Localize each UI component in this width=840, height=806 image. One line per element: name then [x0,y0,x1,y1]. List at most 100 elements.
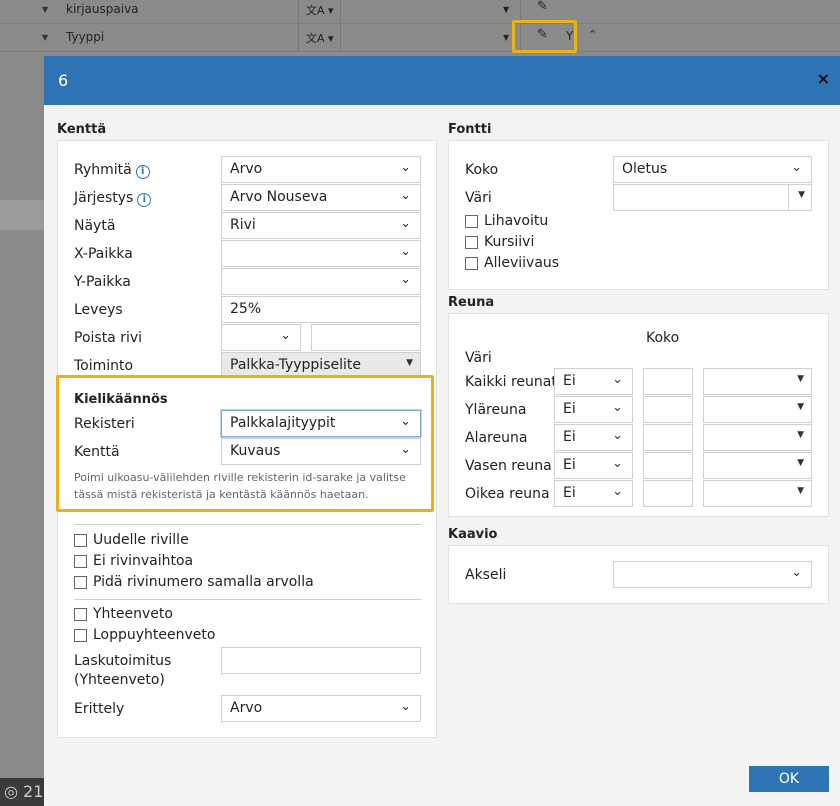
expand-icon[interactable]: ▼ [42,33,48,42]
kaikki-reunat-select[interactable]: Ei ⌄ [554,368,633,395]
laskutoimitus-label: Laskutoimitus [74,653,172,669]
chevron-down-icon: ⌄ [400,272,411,287]
kaikki-reunat-color[interactable]: ▼ [703,368,812,395]
x-paikka-select[interactable]: ⌄ [221,240,421,267]
dropdown-icon: ▼ [797,374,804,384]
oikea-reuna-select[interactable]: Ei ⌄ [554,480,633,507]
jarjestys-label: Järjestys i [74,190,152,207]
chevron-down-icon: ⌄ [612,428,623,443]
alareuna-label: Alareuna [465,430,528,446]
yhteenveto-label: Yhteenveto [93,606,173,622]
kaikki-reunat-size[interactable] [643,368,693,395]
chevron-down-icon: ⌄ [400,188,411,203]
ylareuna-select[interactable]: Ei ⌄ [554,396,633,423]
divider [74,524,421,525]
ok-button[interactable]: OK [749,766,829,792]
dropdown-icon: ▼ [797,430,804,440]
erittely-select[interactable]: Arvo ⌄ [221,695,421,722]
vasen-reuna-color[interactable]: ▼ [703,452,812,479]
y-paikka-select[interactable]: ⌄ [221,268,421,295]
oikea-reuna-color[interactable]: ▼ [703,480,812,507]
info-icon[interactable]: i [137,193,152,207]
divider [74,599,421,600]
kursiivi-label: Kursiivi [484,234,535,250]
chevron-down-icon: ⌄ [400,216,411,231]
kursiivi-checkbox[interactable] [465,236,478,249]
fontti-vari-label: Väri [465,190,492,206]
kielikaannos-title: Kielikäännös [74,392,168,407]
ylareuna-size[interactable] [643,396,693,423]
expand-icon[interactable]: ▼ [42,5,48,14]
info-icon[interactable]: i [135,165,150,179]
alareuna-size[interactable] [643,424,693,451]
uudelle-riville-label: Uudelle riville [93,532,189,548]
dropdown-icon: ▼ [797,402,804,412]
ylareuna-label: Yläreuna [465,402,527,418]
jarjestys-select[interactable]: Arvo Nouseva ⌄ [221,184,421,211]
background-row: ▼ kirjauspaiva 文A ▾ ▼ ✎ [0,0,840,24]
akseli-label: Akseli [465,567,507,583]
fontti-koko-select[interactable]: Oletus ⌄ [613,156,812,183]
yhteenveto-checkbox[interactable] [74,608,87,621]
alareuna-select[interactable]: Ei ⌄ [554,424,633,451]
kentta-select[interactable]: Kuvaus ⌄ [221,438,421,465]
akseli-select[interactable]: ⌄ [613,561,812,588]
rekisteri-select[interactable]: Palkkalajityypit ⌄ [221,410,421,437]
kentta-label: Kenttä [74,444,120,460]
dialog-header: 6 × [44,56,840,105]
oikea-reuna-size[interactable] [643,480,693,507]
kaikki-reunat-label: Kaikki reunat [465,374,557,390]
leveys-label: Leveys [74,302,123,318]
chevron-up-icon[interactable]: ⌃ [588,28,597,41]
row-label: Tyyppi [66,30,105,44]
edit-icon[interactable]: ✎ [537,0,548,14]
alareuna-color[interactable]: ▼ [703,424,812,451]
background-strip [0,200,44,230]
chevron-down-icon: ⌄ [791,565,802,580]
chevron-down-icon: ⌄ [400,244,411,259]
chevron-down-icon: ⌄ [612,484,623,499]
leveys-input[interactable]: 25% [221,296,421,323]
ryhmita-select[interactable]: Arvo ⌄ [221,156,421,183]
nayta-select[interactable]: Rivi ⌄ [221,212,421,239]
background-row: ▼ Tyyppi 文A ▾ ▼ ✎ Y ⌃ [0,24,840,52]
laskutoimitus-input[interactable] [221,647,421,674]
loppuyhteenveto-label: Loppuyhteenveto [93,627,216,643]
poista-rivi-select[interactable]: ⌄ [221,324,301,351]
toiminto-label: Toiminto [74,358,134,374]
vasen-reuna-select[interactable]: Ei ⌄ [554,452,633,479]
pida-rivinumero-label: Pidä rivinumero samalla arvolla [93,574,314,590]
ei-rivinvaihtoa-checkbox[interactable] [74,555,87,568]
loppuyhteenveto-checkbox[interactable] [74,629,87,642]
translate-icon[interactable]: 文A ▾ [306,2,334,18]
uudelle-riville-checkbox[interactable] [74,534,87,547]
alleviivaus-checkbox[interactable] [465,257,478,270]
ylareuna-color[interactable]: ▼ [703,396,812,423]
vasen-reuna-label: Vasen reuna [465,458,552,474]
dialog-title: 6 [58,71,69,90]
kielikaannos-hint: Poimi ulkoasu-välilehden riville rekiste… [74,471,406,501]
fontti-koko-label: Koko [465,162,499,178]
translate-icon[interactable]: 文A ▾ [306,30,334,46]
dropdown-icon[interactable]: ▼ [503,5,509,14]
dropdown-icon: ▼ [797,458,804,468]
section-title-reuna: Reuna [448,295,495,310]
section-title-fontti: Fontti [448,122,492,137]
alleviivaus-label: Alleviivaus [484,255,560,271]
chevron-down-icon: ⌄ [280,328,291,343]
close-icon[interactable]: × [817,69,830,88]
background-footer: ◎ 21 [0,778,44,806]
dropdown-icon: ▼ [797,486,804,496]
section-title-kaavio: Kaavio [448,527,498,542]
rekisteri-label: Rekisteri [74,416,135,432]
chevron-down-icon: ⌄ [791,160,802,175]
poista-rivi-input[interactable] [311,324,421,351]
pida-rivinumero-checkbox[interactable] [74,576,87,589]
lihavoitu-checkbox[interactable] [465,215,478,228]
erittely-label: Erittely [74,701,125,717]
fontti-vari-select[interactable]: ▼ [613,184,812,211]
reuna-vari-header: Väri [465,350,492,366]
dropdown-icon[interactable]: ▼ [503,33,509,42]
vasen-reuna-size[interactable] [643,452,693,479]
ei-rivinvaihtoa-label: Ei rivinvaihtoa [93,553,194,569]
